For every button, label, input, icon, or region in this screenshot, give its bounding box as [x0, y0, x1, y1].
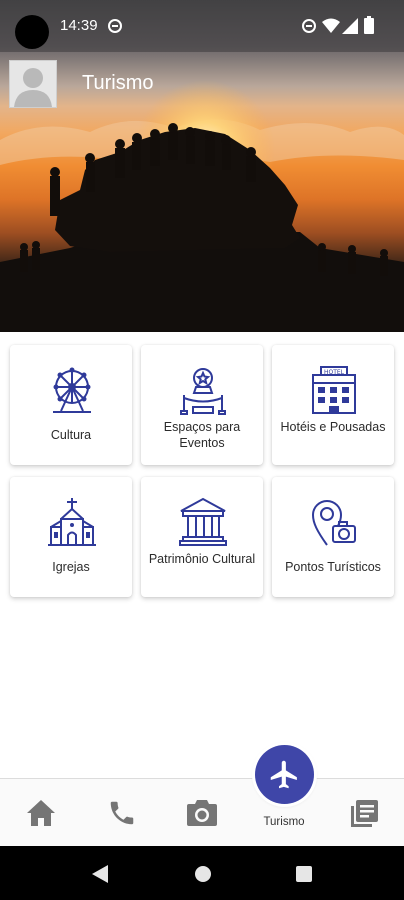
- back-icon[interactable]: [92, 865, 108, 883]
- category-label: Pontos Turísticos: [285, 560, 381, 574]
- nav-turismo-label: Turismo: [263, 816, 305, 828]
- bottom-nav: [0, 778, 404, 847]
- signal-icon: [342, 18, 358, 34]
- home-icon: [27, 800, 55, 826]
- home-circle-icon[interactable]: [194, 865, 212, 883]
- nav-phone-button[interactable]: [95, 779, 149, 847]
- category-hoteis-pousadas[interactable]: HOTEL Hotéis e Pousadas: [272, 345, 394, 465]
- app-header: [0, 52, 404, 112]
- front-camera: [15, 15, 49, 49]
- category-espacos-eventos[interactable]: Espaços para Eventos: [141, 345, 263, 465]
- wifi-icon: [322, 18, 340, 33]
- category-label: Espaços para Eventos: [163, 420, 241, 450]
- category-patrimonio-cultural[interactable]: Patrimônio Cultural: [141, 477, 263, 597]
- nav-home-button[interactable]: [14, 779, 68, 847]
- category-label: Cultura: [50, 428, 92, 442]
- hotel-icon: HOTEL: [312, 366, 356, 414]
- system-nav-bar: [0, 846, 404, 900]
- museum-icon: [179, 497, 227, 546]
- category-igrejas[interactable]: Igrejas: [10, 477, 132, 597]
- user-placeholder-icon: [14, 68, 52, 107]
- category-label: Hotéis e Pousadas: [280, 420, 386, 434]
- nav-news-button[interactable]: [337, 779, 391, 847]
- category-label: Igrejas: [52, 560, 90, 574]
- phone-icon: [110, 801, 134, 825]
- news-icon: [351, 800, 378, 827]
- airplane-icon: [270, 760, 297, 789]
- dnd-icon: [108, 19, 122, 33]
- category-pontos-turisticos[interactable]: Pontos Turísticos: [272, 477, 394, 597]
- category-label: Patrimônio Cultural: [148, 552, 256, 566]
- avatar[interactable]: [9, 60, 57, 108]
- status-time: 14:39: [60, 17, 98, 34]
- category-cultura[interactable]: Cultura: [10, 345, 132, 465]
- ferris-wheel-icon: [53, 367, 91, 413]
- church-icon: [48, 498, 96, 546]
- dnd-icon: [302, 19, 316, 33]
- nav-turismo-button[interactable]: [255, 745, 314, 804]
- recents-icon[interactable]: [296, 866, 312, 882]
- location-camera-icon: [311, 500, 356, 546]
- battery-icon: [364, 16, 374, 34]
- page-title: Turismo: [82, 72, 154, 94]
- event-space-icon: [180, 368, 226, 415]
- svg-text:HOTEL: HOTEL: [324, 369, 345, 376]
- camera-icon: [187, 800, 217, 826]
- nav-camera-button[interactable]: [175, 779, 229, 847]
- status-bar: 14:39: [0, 0, 404, 52]
